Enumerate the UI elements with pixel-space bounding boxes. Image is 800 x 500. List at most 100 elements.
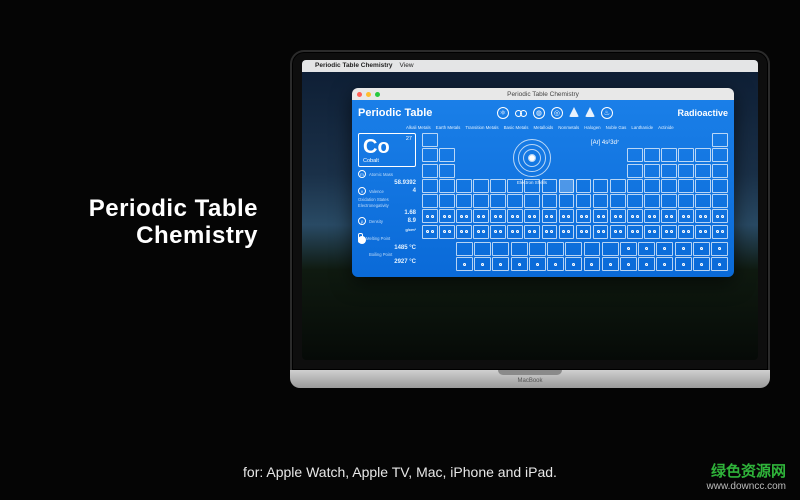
element-cell[interactable] [547,257,564,271]
element-cell[interactable] [439,164,455,178]
category-noble-gas[interactable]: Noble Gas [606,125,627,130]
orbit-icon[interactable]: ◎ [551,107,563,119]
flask-icon[interactable] [569,107,579,117]
element-cell[interactable] [422,133,438,147]
macos-menubar[interactable]: Periodic Table Chemistry View [302,60,758,72]
element-cell[interactable] [661,225,677,239]
element-cell[interactable] [678,164,694,178]
element-cell[interactable] [644,179,660,193]
element-cell[interactable] [678,194,694,208]
element-cell[interactable] [490,209,506,223]
globe-icon[interactable]: ◍ [533,107,545,119]
category-lanthanide[interactable]: Lanthanide [631,125,653,130]
element-cell[interactable] [638,257,655,271]
element-cell[interactable] [711,257,728,271]
element-cell[interactable] [627,164,643,178]
element-cell[interactable] [593,225,609,239]
element-cell[interactable] [492,242,509,256]
element-cell[interactable] [507,194,523,208]
element-cell[interactable] [524,194,540,208]
category-actinide[interactable]: Actinide [658,125,674,130]
element-cell[interactable] [439,148,455,162]
element-cell[interactable] [439,194,455,208]
element-cell[interactable] [712,209,728,223]
element-cell[interactable] [712,148,728,162]
element-cell[interactable] [565,242,582,256]
element-cell[interactable] [678,225,694,239]
element-cell[interactable] [620,242,637,256]
element-cell[interactable] [610,209,626,223]
element-cell[interactable] [678,209,694,223]
element-cell[interactable] [695,209,711,223]
element-cell[interactable] [627,148,643,162]
element-cell[interactable] [584,242,601,256]
element-cell[interactable] [661,164,677,178]
drop-icon[interactable]: ♨ [601,107,613,119]
element-cell[interactable] [559,225,575,239]
element-cell[interactable] [661,209,677,223]
element-cell[interactable] [439,179,455,193]
element-cell[interactable] [524,209,540,223]
element-cell[interactable] [656,242,673,256]
element-cell[interactable] [644,194,660,208]
element-cell[interactable] [661,194,677,208]
element-cell[interactable] [675,257,692,271]
element-cell[interactable] [593,194,609,208]
element-cell[interactable] [678,179,694,193]
element-cell[interactable] [490,225,506,239]
element-cell[interactable] [610,179,626,193]
element-cell[interactable] [644,164,660,178]
element-cell[interactable] [610,225,626,239]
element-cell[interactable] [693,242,710,256]
element-cell[interactable] [473,194,489,208]
element-cell[interactable] [695,179,711,193]
element-cell[interactable] [695,225,711,239]
element-cell[interactable] [492,257,509,271]
element-cell[interactable] [542,225,558,239]
element-cell[interactable] [576,194,592,208]
element-cell[interactable] [711,242,728,256]
element-cell[interactable] [695,194,711,208]
element-cell[interactable] [661,179,677,193]
element-cell[interactable] [610,194,626,208]
menubar-app-name[interactable]: Periodic Table Chemistry [315,60,393,72]
window-titlebar[interactable]: Periodic Table Chemistry [352,88,734,100]
element-cell[interactable] [584,257,601,271]
element-cell[interactable] [627,209,643,223]
element-cell[interactable] [422,164,438,178]
category-alkali-metals[interactable]: Alkali Metals [406,125,431,130]
element-cell[interactable] [473,209,489,223]
element-cell[interactable] [638,242,655,256]
element-cell[interactable] [490,194,506,208]
element-cell[interactable] [593,209,609,223]
element-cell[interactable] [456,194,472,208]
element-cell[interactable] [542,179,558,193]
element-cell[interactable] [456,225,472,239]
bond-icon[interactable] [515,107,527,119]
element-cell[interactable] [678,148,694,162]
element-cell[interactable] [559,194,575,208]
category-halogen[interactable]: Halogen [584,125,600,130]
element-cell[interactable] [422,179,438,193]
element-cell[interactable] [524,179,540,193]
element-cell[interactable] [712,225,728,239]
element-cell[interactable] [456,209,472,223]
element-cell[interactable] [511,257,528,271]
element-cell[interactable] [474,257,491,271]
element-cell[interactable] [602,242,619,256]
element-cell[interactable] [627,179,643,193]
element-cell[interactable] [712,164,728,178]
element-cell[interactable] [422,225,438,239]
element-cell[interactable] [627,194,643,208]
element-cell[interactable] [422,194,438,208]
element-cell[interactable] [456,242,473,256]
category-earth-metals[interactable]: Earth Metals [436,125,461,130]
element-cell[interactable] [656,257,673,271]
element-cell[interactable] [620,257,637,271]
element-cell[interactable] [627,225,643,239]
element-cell[interactable] [695,148,711,162]
element-cell[interactable] [644,148,660,162]
element-cell[interactable] [507,209,523,223]
element-cell[interactable] [507,225,523,239]
element-cell[interactable] [559,179,575,193]
